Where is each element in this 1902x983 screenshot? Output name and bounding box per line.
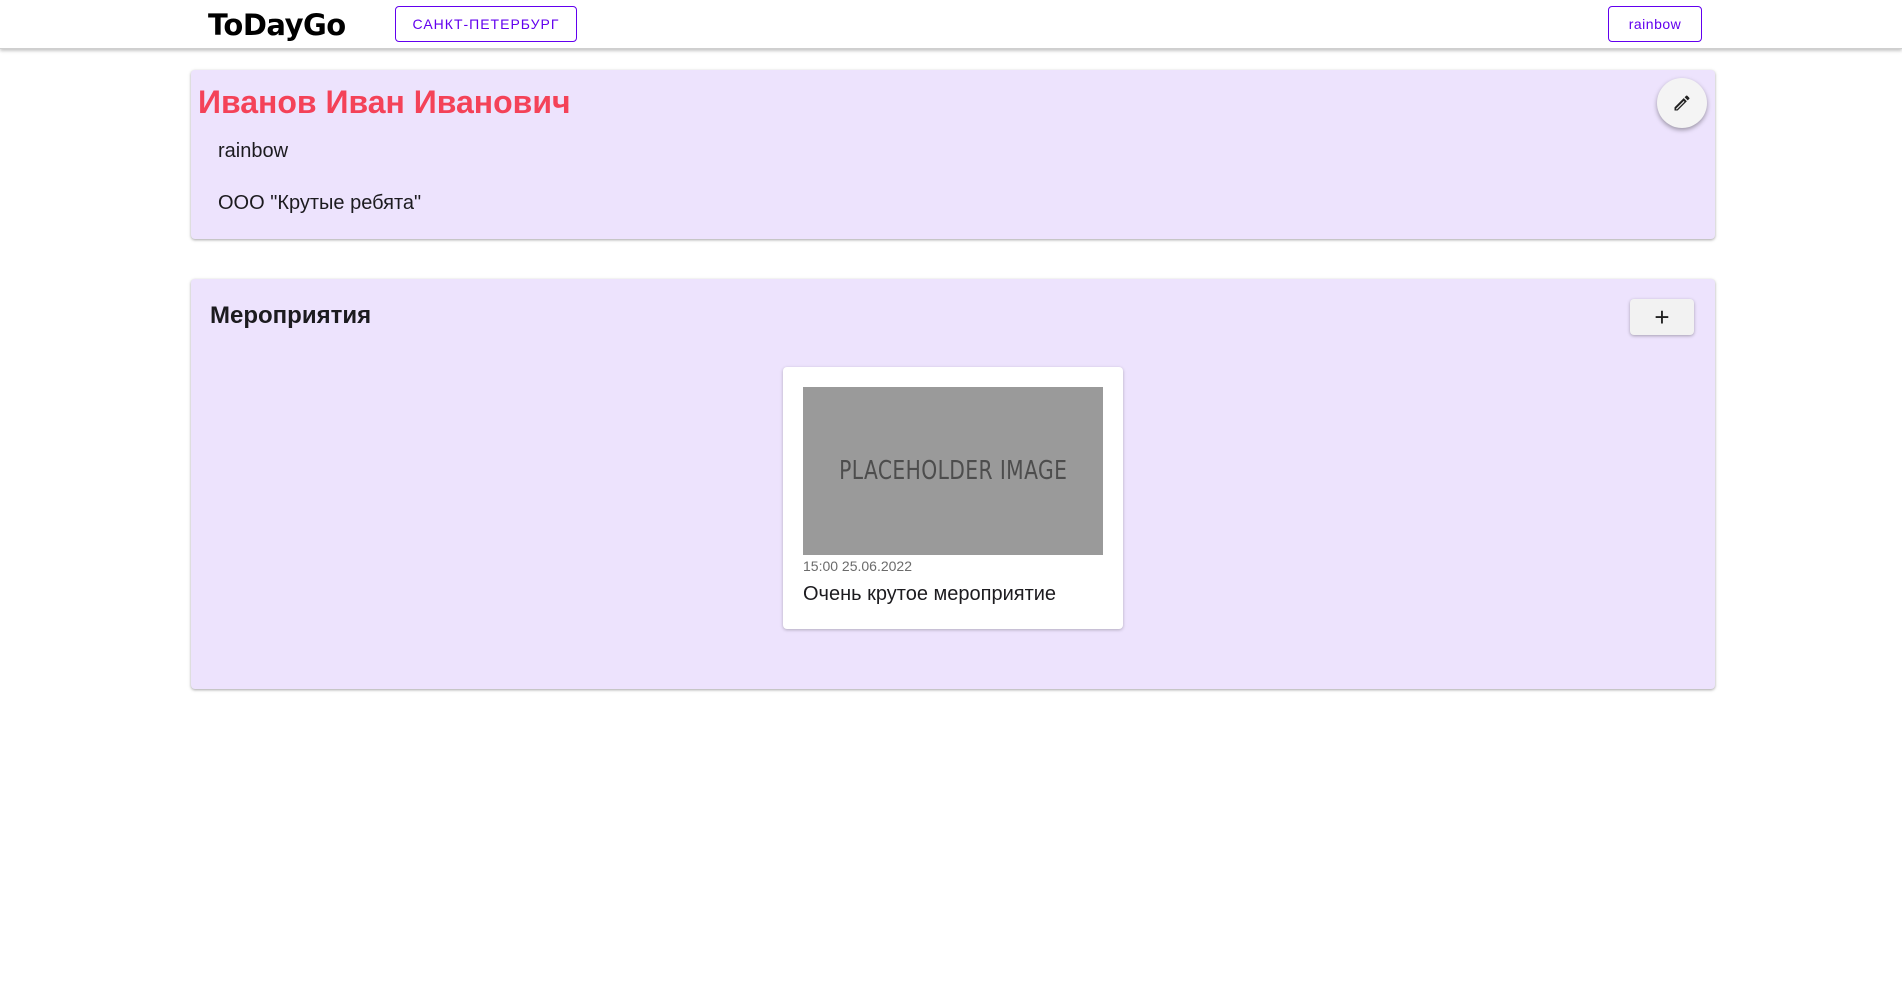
- profile-login: rainbow: [218, 140, 289, 162]
- profile-card: Иванов Иван Иванович rainbow ООО "Крутые…: [191, 70, 1715, 239]
- event-title[interactable]: Очень крутое мероприятие: [803, 583, 1056, 606]
- pencil-icon: [1674, 95, 1690, 111]
- events-section: Мероприятия + PLACEHOLDER IMAGE 15:00 25…: [191, 279, 1715, 689]
- event-image-placeholder-text: PLACEHOLDER IMAGE: [838, 456, 1068, 486]
- event-datetime: 15:00 25.06.2022: [803, 558, 912, 574]
- event-image: PLACEHOLDER IMAGE: [803, 387, 1103, 555]
- add-event-button[interactable]: +: [1630, 299, 1694, 335]
- app-header: ToDayGo САНКТ-ПЕТЕРБУРГ rainbow: [0, 0, 1902, 49]
- edit-profile-button[interactable]: [1657, 78, 1707, 128]
- app-logo[interactable]: ToDayGo: [208, 8, 346, 42]
- events-title: Мероприятия: [210, 302, 372, 329]
- user-menu-button[interactable]: rainbow: [1608, 6, 1702, 42]
- profile-company: ООО "Крутые ребята": [218, 192, 422, 214]
- event-card[interactable]: PLACEHOLDER IMAGE 15:00 25.06.2022 Очень…: [783, 367, 1123, 629]
- profile-name: Иванов Иван Иванович: [198, 84, 571, 120]
- plus-icon: +: [1654, 301, 1670, 332]
- city-select-button[interactable]: САНКТ-ПЕТЕРБУРГ: [395, 6, 577, 42]
